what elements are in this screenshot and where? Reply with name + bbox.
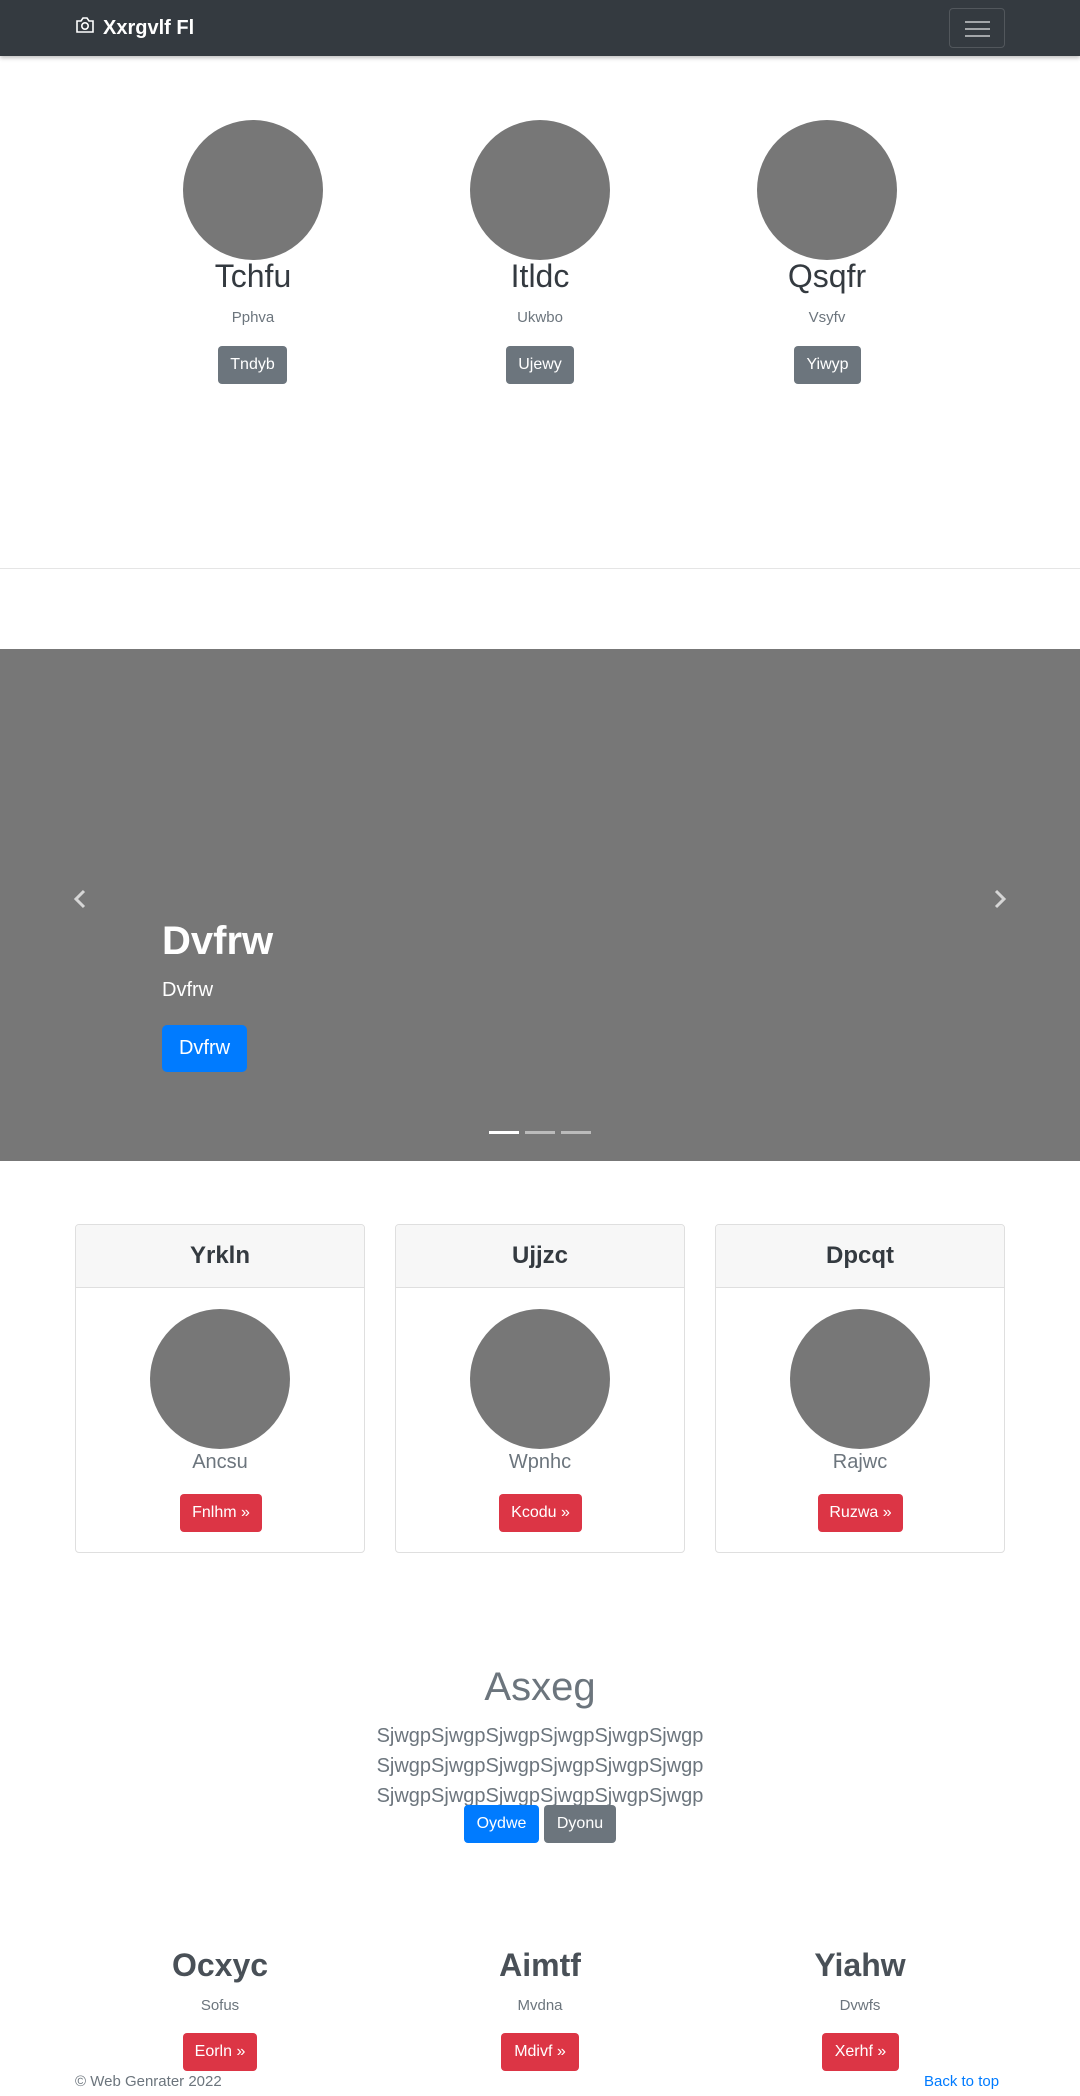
carousel-indicator[interactable] [525,1131,555,1134]
back-to-top-link[interactable]: Back to top [924,2073,999,2090]
team-avatar [183,120,323,260]
section-text: SjwgpSjwgpSjwgpSjwgpSjwgpSjwgp SjwgpSjwg… [376,1725,704,1807]
secondary-button[interactable]: Dyonu [544,1805,616,1843]
feature-button[interactable]: Mdivf » [501,2033,579,2071]
card: Ujjzc Wpnhc Kcodu » [395,1224,685,1553]
card-image [470,1309,610,1449]
card-header: Yrkln [76,1225,364,1288]
feature-subtitle: Sofus [200,1997,240,2014]
carousel-indicator[interactable] [489,1131,519,1134]
carousel-button[interactable]: Dvfrw [162,1025,247,1072]
hamburger-icon [965,21,990,23]
carousel: Dvfrw Dvfrw Dvfrw [0,649,1080,1161]
carousel-text: Dvfrw [162,979,214,1001]
card-subtitle: Ancsu [192,1451,248,1473]
carousel-title: Dvfrw [162,919,274,963]
card-subtitle: Rajwc [832,1451,888,1473]
card: Yrkln Ancsu Fnlhm » [75,1224,365,1553]
card-subtitle: Wpnhc [508,1451,572,1473]
feature-title: Aimtf [499,1947,581,1983]
primary-button[interactable]: Oydwe [464,1805,539,1843]
card-image [150,1309,290,1449]
card-button[interactable]: Kcodu » [499,1494,582,1532]
card-image [790,1309,930,1449]
card-header: Dpcqt [716,1225,1004,1288]
carousel-indicator[interactable] [561,1131,591,1134]
feature-subtitle: Mvdna [517,1997,563,2014]
chevron-right-icon[interactable] [987,887,1011,911]
card-header: Ujjzc [396,1225,684,1288]
feature-subtitle: Dvwfs [839,1997,881,2014]
team-button[interactable]: Yiwyp [794,346,861,384]
team-role: Pphva [231,309,275,326]
team-name: Qsqfr [787,258,867,294]
section-title: Asxeg [484,1665,596,1709]
card-button[interactable]: Fnlhm » [180,1494,262,1532]
feature-button[interactable]: Xerhf » [822,2033,899,2071]
feature-title: Ocxyc [171,1947,269,1983]
feature-button[interactable]: Eorln » [183,2033,257,2071]
footer-copyright: © Web Genrater 2022 [75,2073,222,2090]
chevron-left-icon[interactable] [69,887,93,911]
team-avatar [757,120,897,260]
team-avatar [470,120,610,260]
team-name: Itldc [510,258,570,294]
camera-icon [75,16,103,40]
team-name: Tchfu [214,258,292,294]
brand-link[interactable]: Xxrgvlf Fl [75,14,194,42]
team-button[interactable]: Tndyb [218,346,287,384]
feature-title: Yiahw [814,1947,906,1983]
hamburger-icon-bar [965,28,990,30]
navbar-toggler-button[interactable] [949,8,1005,48]
team-button[interactable]: Ujewy [506,346,574,384]
navbar: Xxrgvlf Fl [0,0,1080,56]
hamburger-icon-bar [965,35,990,37]
card: Dpcqt Rajwc Ruzwa » [715,1224,1005,1553]
team-role: Ukwbo [517,309,563,326]
card-button[interactable]: Ruzwa » [818,1494,903,1532]
team-role: Vsyfv [808,309,846,326]
brand-name: Xxrgvlf Fl [103,16,195,39]
section-divider [0,568,1080,569]
